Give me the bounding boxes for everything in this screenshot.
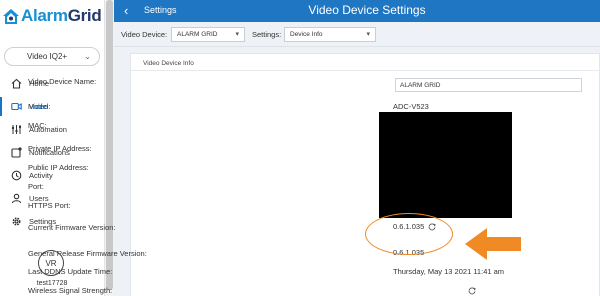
field-label-last-ddns: Last DDNS Update Time: [28,267,113,276]
activity-icon [11,170,22,181]
caret-down-icon: ▾ [366,31,370,38]
chevron-down-icon: ⌄ [84,52,91,61]
back-to-settings-link[interactable]: Settings [144,5,177,15]
brand-grid-text: Grid [67,6,102,25]
video-device-select-value: ALARM GRID [177,31,218,38]
video-device-label: Video Device: [121,30,168,39]
notifications-icon [11,147,22,158]
video-device-select[interactable]: ALARM GRID ▾ [171,27,245,42]
device-toolbar: Video Device: ALARM GRID ▾ Settings: Dev… [114,22,600,47]
system-selector-value: Video IQ2+ [27,52,68,61]
sidebar-scrollbar-thumb[interactable] [106,0,113,290]
divider [131,70,600,71]
sidebar-item-label: Activity [29,171,53,180]
automation-icon [12,125,21,134]
top-header: Video Device Settings ‹ Settings [114,0,600,22]
field-value-last-ddns: Thursday, May 13 2021 11:41 am [393,267,505,276]
house-logo-icon [3,8,19,24]
brand-name: AlarmGrid [21,6,102,26]
chevron-left-icon[interactable]: ‹ [124,3,128,18]
orange-arrow-icon [465,228,521,260]
field-label-model: Model: [28,102,51,111]
highlight-ellipse [365,213,453,255]
field-label-port: Port: [28,182,44,191]
redacted-block [379,112,512,218]
field-label-private-ip: Private IP Address: [28,144,92,153]
refresh-icon[interactable] [468,287,476,295]
field-label-device-name: Video Device Name: [28,77,97,86]
field-label-wireless-signal: Wireless Signal Strength: [28,286,113,295]
field-value-model: ADC-V523 [393,102,429,111]
gear-icon [12,217,21,226]
settings-label: Settings: [252,30,282,39]
settings-select-value: Device Info [290,31,323,38]
brand-logo[interactable]: AlarmGrid [2,6,102,26]
video-camera-icon [11,102,22,111]
sidebar-item-video[interactable]: Video [0,95,104,118]
device-name-input-value: ALARM GRID [400,82,441,89]
card-title: Video Device Info [143,60,194,67]
sidebar-item-automation[interactable]: Automation [0,118,104,141]
settings-select[interactable]: Device Info ▾ [284,27,376,42]
caret-down-icon: ▾ [235,31,239,38]
page-title: Video Device Settings [308,3,426,17]
field-label-public-ip: Public IP Address: [28,163,89,172]
brand-alarm-text: Alarm [21,6,68,25]
field-label-https-port: HTTPS Port: [28,201,71,210]
field-label-current-firmware: Current Firmware Version: [28,223,116,232]
system-selector[interactable]: Video IQ2+ ⌄ [4,47,100,66]
field-label-mac: MAC: [28,121,47,130]
device-name-input[interactable]: ALARM GRID [395,78,582,92]
field-label-general-release-firmware: General Release Firmware Version: [28,249,147,258]
home-icon [11,78,22,89]
users-icon [11,193,22,204]
